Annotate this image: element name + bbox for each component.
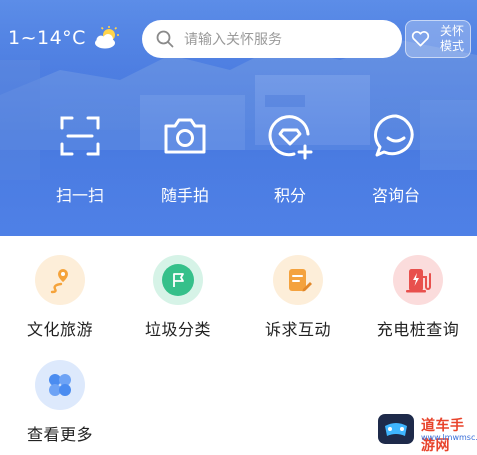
service-label: 充电桩查询: [376, 320, 460, 339]
search-placeholder: 请输入关怀服务: [184, 32, 282, 48]
partly-cloudy-icon: [94, 26, 119, 49]
chat-icon: [374, 114, 414, 157]
document-edit-icon: [289, 269, 312, 292]
heart-icon: [411, 31, 430, 47]
flag-icon: [173, 273, 184, 287]
points-icon: [268, 115, 313, 160]
service-icon-bg: [393, 255, 443, 305]
scan-icon: [60, 116, 100, 156]
service-label: 垃圾分类: [144, 320, 211, 339]
quick-action-label: 积分: [273, 186, 306, 205]
quick-action-points[interactable]: 积分: [245, 110, 335, 206]
temperature-text: 1~14°C: [8, 27, 86, 49]
service-icon-bg: [35, 255, 85, 305]
care-mode-button[interactable]: 关怀 模式: [405, 20, 471, 58]
care-mode-label: 关怀 模式: [439, 24, 464, 53]
hero-banner: 1~14°C 请输入关怀服务 关怀 模式 扫一扫 随手拍 积分 咨询台: [0, 0, 477, 236]
quick-action-camera[interactable]: 随手拍: [140, 110, 230, 206]
service-label: 查看更多: [26, 425, 93, 444]
service-culture-tourism[interactable]: 文化旅游: [0, 255, 120, 340]
service-garbage-sorting[interactable]: 垃圾分类: [118, 255, 238, 340]
service-label: 诉求互动: [264, 320, 331, 339]
location-route-icon: [50, 269, 68, 294]
charging-station-icon: [406, 269, 431, 293]
service-icon-bg: [273, 255, 323, 305]
service-charging-station[interactable]: 充电桩查询: [358, 255, 477, 340]
service-icon-inner: [162, 264, 194, 296]
service-view-more[interactable]: 查看更多: [0, 360, 120, 445]
service-appeal-interaction[interactable]: 诉求互动: [238, 255, 358, 340]
search-icon: [156, 30, 174, 48]
quick-action-label: 咨询台: [371, 186, 420, 205]
game-controller-logo-icon: [378, 414, 414, 444]
service-icon-bg: [35, 360, 85, 410]
watermark-url: www.lmwmsc.com: [421, 433, 477, 442]
quick-action-consult[interactable]: 咨询台: [351, 110, 441, 206]
camera-icon: [164, 118, 206, 154]
weather-widget[interactable]: 1~14°C: [8, 26, 122, 50]
quick-action-scan[interactable]: 扫一扫: [35, 110, 125, 206]
watermark: 道车手游网 www.lmwmsc.com: [376, 412, 477, 454]
more-grid-icon: [49, 374, 71, 396]
service-icon-bg: [153, 255, 203, 305]
quick-action-label: 扫一扫: [55, 186, 104, 205]
quick-action-label: 随手拍: [160, 186, 209, 205]
service-label: 文化旅游: [26, 320, 93, 339]
search-bar[interactable]: 请输入关怀服务: [142, 20, 402, 58]
